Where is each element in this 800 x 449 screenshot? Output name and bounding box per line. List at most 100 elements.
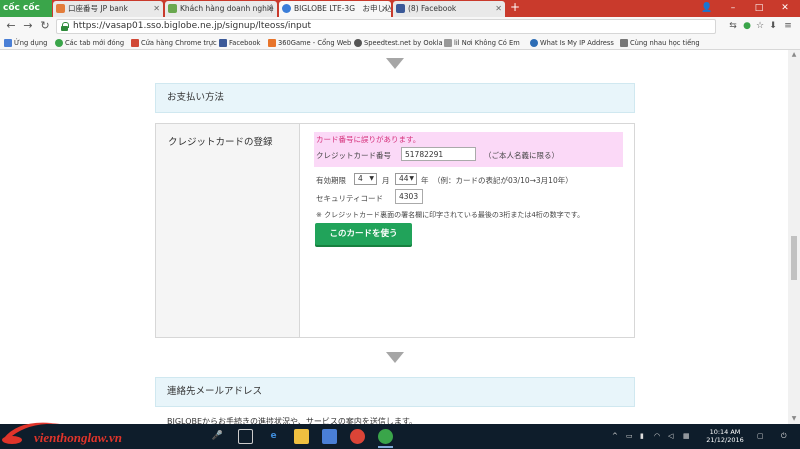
step-arrow-down-icon [386, 58, 404, 69]
store-icon [131, 39, 139, 47]
page-viewport: お支払い方法 クレジットカードの登録 カード番号に誤りがあります。 クレジットカ… [0, 50, 788, 424]
bookmark-recent-tabs[interactable]: Các tab mới đóng [55, 37, 124, 49]
bookmark-label: Facebook [229, 39, 261, 47]
use-this-card-button[interactable]: このカードを使う [315, 223, 412, 245]
bookmark-hoc-tieng[interactable]: Cùng nhau học tiếng [620, 37, 700, 49]
expiry-year-select[interactable]: 44 ▼ [395, 173, 417, 185]
scroll-up-icon[interactable]: ▲ [788, 50, 800, 60]
apps-grid-icon [4, 39, 12, 47]
card-owner-note: （ご本人名義に限る） [484, 151, 559, 160]
active-app-indicator [378, 446, 393, 448]
clock-date: 21/12/2016 [706, 436, 744, 444]
scroll-down-icon[interactable]: ▼ [788, 414, 800, 424]
bookmark-label: What Is My IP Address [540, 39, 614, 47]
close-window-button[interactable]: ✕ [772, 0, 798, 17]
system-clock[interactable]: 10:14 AM 21/12/2016 [702, 428, 748, 444]
payment-section-header: お支払い方法 [155, 83, 635, 113]
facebook-favicon-icon [396, 4, 405, 13]
bookmark-label: 360Game - Cổng Web [278, 39, 352, 47]
credit-card-label: クレジットカードの登録 [168, 137, 273, 148]
tab-facebook[interactable]: (8) Facebook ✕ [393, 1, 505, 17]
minimize-button[interactable]: – [720, 0, 746, 17]
url-input[interactable]: https://vasap01.sso.biglobe.ne.jp/signup… [56, 19, 716, 34]
menu-icon[interactable]: ≡ [782, 20, 794, 32]
page-icon [620, 39, 628, 47]
forward-arrow-icon[interactable]: → [21, 19, 35, 33]
facebook-icon [219, 39, 227, 47]
tab-jp-bank[interactable]: 口座番号 JP bank ✕ [53, 1, 163, 17]
bookmark-facebook[interactable]: Facebook [219, 37, 260, 49]
clock-time: 10:14 AM [709, 428, 741, 436]
step-arrow-down-icon [386, 352, 404, 363]
edge-browser-icon[interactable]: e [266, 429, 281, 444]
security-code-label: セキュリティコード [316, 194, 384, 203]
extension-icon[interactable]: ● [741, 20, 753, 32]
contact-email-section-header: 連絡先メールアドレス [155, 377, 635, 407]
chrome-icon[interactable] [350, 429, 365, 444]
expiry-example: （例：カードの表記が03/10→3月10年） [433, 176, 573, 185]
tray-expand-icon[interactable]: ^ [612, 432, 618, 440]
back-arrow-icon[interactable]: ← [4, 19, 18, 33]
bookmark-label: Speedtest.net by Ookla [364, 39, 443, 47]
tab-label: Khách hàng doanh nghiệ [180, 4, 274, 13]
bookmark-label: Ứng dụng [14, 39, 48, 47]
close-icon[interactable]: ✕ [381, 1, 388, 16]
globe-icon [530, 39, 538, 47]
history-icon [55, 39, 63, 47]
tab-biglobe[interactable]: BIGLOBE LTE-3G お申し込 ✕ [279, 1, 391, 17]
close-icon[interactable]: ✕ [267, 1, 274, 16]
maximize-button[interactable]: □ [746, 0, 772, 17]
security-code-input[interactable] [395, 189, 423, 204]
store-icon[interactable] [322, 429, 337, 444]
contact-description: BIGLOBEからお手続きの進捗状況や、サービスの案内を送信します。 [167, 417, 418, 424]
download-icon[interactable]: ⬇ [767, 20, 779, 32]
keyboard-icon[interactable]: ▦ [683, 432, 690, 440]
dropdown-caret-icon: ▼ [409, 175, 414, 182]
close-icon[interactable]: ✕ [153, 1, 160, 16]
browser-brand[interactable]: cốc cốc [0, 0, 52, 17]
file-explorer-icon[interactable] [294, 429, 309, 444]
svg-text:vienthonglaw.vn: vienthonglaw.vn [34, 430, 122, 445]
bookmark-label: Các tab mới đóng [65, 39, 125, 47]
bookmark-360game[interactable]: 360Game - Cổng Web [268, 37, 351, 49]
expiry-year-value: 44 [399, 174, 409, 183]
reload-icon[interactable]: ↻ [38, 19, 52, 33]
bookmark-chrome-store[interactable]: Cửa hàng Chrome trực [131, 37, 217, 49]
error-message: カード番号に誤りがあります。 [316, 135, 421, 144]
expiry-month-select[interactable]: 4 ▼ [354, 173, 377, 185]
wifi-icon[interactable]: ◠ [654, 432, 660, 440]
volume-icon[interactable]: ◁ [668, 432, 673, 440]
user-profile-icon[interactable]: 👤 [694, 0, 720, 17]
card-number-input[interactable] [401, 147, 476, 161]
scrollbar-thumb[interactable] [791, 236, 797, 280]
bookmark-speedtest[interactable]: Speedtest.net by Ookla [354, 37, 443, 49]
vertical-scrollbar[interactable]: ▲ ▼ [788, 50, 800, 424]
bookmark-apps[interactable]: Ứng dụng [4, 37, 47, 49]
close-icon[interactable]: ✕ [495, 1, 502, 16]
power-icon[interactable]: ⏻ [781, 432, 787, 441]
tab-label: BIGLOBE LTE-3G お申し込 [294, 4, 391, 13]
bookmark-what-is-my-ip[interactable]: What Is My IP Address [530, 37, 614, 49]
coccoc-icon[interactable] [378, 429, 393, 444]
speedometer-icon [354, 39, 362, 47]
translate-icon[interactable]: ⇆ [727, 20, 739, 32]
task-view-icon[interactable] [238, 429, 253, 444]
tab-khach-hang[interactable]: Khách hàng doanh nghiệ ✕ [165, 1, 277, 17]
lock-icon [61, 22, 69, 31]
battery-icon[interactable]: ▮ [640, 432, 644, 440]
bookmarks-bar: Ứng dụng Các tab mới đóng Cửa hàng Chrom… [0, 36, 800, 50]
jp-bank-favicon-icon [56, 4, 65, 13]
year-unit: 年 [421, 176, 429, 185]
action-center-icon[interactable]: ▢ [757, 432, 764, 440]
new-tab-button[interactable]: + [508, 1, 522, 15]
star-icon[interactable]: ☆ [754, 20, 766, 32]
expiry-month-value: 4 [358, 174, 363, 183]
bookmark-label: Cửa hàng Chrome trực [141, 39, 217, 47]
form-label-cell: クレジットカードの登録 [156, 124, 300, 337]
bookmark-lil-noi[interactable]: lil Nơi Không Có Em [444, 37, 520, 49]
tab-label: 口座番号 JP bank [68, 4, 128, 13]
network-icon[interactable]: ▭ [626, 432, 633, 440]
microphone-icon[interactable]: 🎤 [210, 429, 225, 444]
bookmark-label: Cùng nhau học tiếng [630, 39, 700, 47]
game-icon [268, 39, 276, 47]
